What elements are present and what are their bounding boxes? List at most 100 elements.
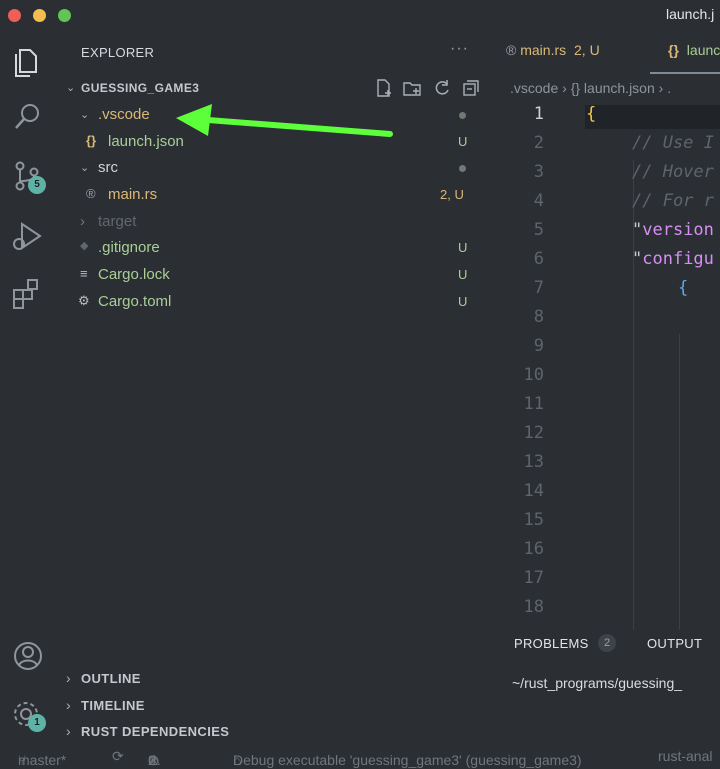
tree-item-label: src: [98, 159, 118, 176]
tree-item-label: launch.json: [108, 133, 184, 150]
section-timeline[interactable]: › TIMELINE: [58, 695, 490, 717]
json-icon: {}: [86, 133, 97, 148]
tree-item-label: .gitignore: [98, 239, 160, 256]
git-icon: ◆: [80, 240, 89, 252]
section-label: RUST DEPENDENCIES: [81, 724, 230, 739]
git-status: U: [458, 240, 468, 255]
line-number: 4: [533, 191, 544, 211]
line-number: 15: [523, 510, 544, 530]
line-number: 17: [523, 568, 544, 588]
tree-item-cargo-lock[interactable]: ≡ Cargo.lock U: [58, 262, 490, 288]
line-number: 8: [533, 307, 544, 327]
rust-icon: ®: [86, 186, 96, 201]
account-icon[interactable]: [10, 638, 46, 674]
line-number: 1: [533, 104, 544, 124]
tree-item-target[interactable]: › target: [58, 209, 490, 235]
more-actions-icon[interactable]: ···: [450, 40, 469, 58]
tab-main-rs[interactable]: ® main.rs 2, U: [506, 42, 600, 58]
tab-label: launc: [686, 42, 720, 58]
breadcrumb[interactable]: .vscode › {} launch.json › .: [510, 80, 671, 96]
run-debug-icon[interactable]: [10, 218, 46, 254]
code-comment[interactable]: // For r: [632, 191, 714, 211]
tree-item-cargo-toml[interactable]: ⚙ Cargo.toml U: [58, 289, 490, 315]
sync-icon[interactable]: ⟳: [112, 748, 124, 765]
tab-launch-json[interactable]: {} launc: [668, 42, 720, 58]
refresh-icon[interactable]: [432, 78, 452, 98]
extensions-icon[interactable]: [10, 276, 46, 312]
active-tab-indicator: [650, 72, 720, 74]
chevron-right-icon: ›: [80, 213, 85, 230]
line-number: 3: [533, 162, 544, 182]
window-title: launch.j: [666, 6, 715, 22]
line-number: 7: [533, 278, 544, 298]
chevron-down-icon: ⌄: [80, 162, 90, 174]
zoom-window-button[interactable]: [58, 9, 71, 22]
current-line-highlight: [585, 105, 720, 129]
workspace-root-label: GUESSING_GAME3: [81, 81, 200, 95]
chevron-right-icon: ›: [66, 723, 71, 739]
settings-file-icon: ⚙: [78, 293, 90, 308]
activity-bar: 5 1: [0, 32, 58, 744]
code-comment[interactable]: // Use I: [632, 133, 714, 153]
line-number: 10: [523, 365, 544, 385]
workspace-root[interactable]: ⌄ GUESSING_GAME3: [58, 78, 490, 98]
explorer-title: EXPLORER: [81, 45, 155, 60]
git-status: U: [458, 134, 468, 149]
code-brace[interactable]: {: [586, 104, 596, 124]
search-icon[interactable]: [10, 99, 46, 135]
lock-file-icon: ≡: [80, 266, 88, 281]
section-rust-dependencies[interactable]: › RUST DEPENDENCIES: [58, 721, 490, 743]
chevron-right-icon: ›: [66, 697, 71, 713]
editor-area: ® main.rs 2, U {} launc .vscode › {} lau…: [490, 32, 720, 632]
tab-output[interactable]: OUTPUT: [647, 636, 702, 651]
code-brace[interactable]: {: [678, 278, 688, 298]
line-number: 16: [523, 539, 544, 559]
git-status: U: [458, 267, 468, 282]
git-status: 2, U: [440, 187, 464, 202]
manage-badge: 1: [28, 714, 46, 732]
chevron-down-icon: ⌄: [66, 82, 76, 94]
terminal-prompt[interactable]: ~/rust_programs/guessing_: [512, 675, 682, 691]
tree-item-label: main.rs: [108, 186, 158, 203]
line-number: 12: [523, 423, 544, 443]
modified-dot: [459, 165, 466, 172]
tree-item-src[interactable]: ⌄ src: [58, 155, 490, 181]
line-number: 13: [523, 452, 544, 472]
indent-guide: [679, 334, 680, 630]
minimize-window-button[interactable]: [33, 9, 46, 22]
source-control-icon[interactable]: 5: [10, 158, 46, 194]
explorer-icon[interactable]: [10, 42, 46, 78]
modified-dot: [459, 112, 466, 119]
tree-item-main-rs[interactable]: ® main.rs 2, U: [58, 182, 490, 208]
tree-item-label: .vscode: [98, 106, 150, 123]
close-window-button[interactable]: [8, 9, 21, 22]
line-number: 2: [533, 133, 544, 153]
tree-item-launch-json[interactable]: {} launch.json U: [58, 129, 490, 155]
status-bar: ⑂ master* ⟳ ⊗ 0 ⚠ 2 ⌂ Debug executable '…: [0, 744, 720, 768]
line-number: 14: [523, 481, 544, 501]
tree-item-gitignore[interactable]: ◆ .gitignore U: [58, 235, 490, 261]
collapse-all-icon[interactable]: [461, 78, 481, 98]
title-bar: launch.j: [0, 0, 720, 32]
section-outline[interactable]: › OUTLINE: [58, 668, 490, 690]
rust-icon: ®: [506, 42, 517, 58]
new-folder-icon[interactable]: [402, 78, 422, 98]
line-number: 9: [533, 336, 544, 356]
json-icon: {}: [668, 42, 679, 58]
code-key-configurations[interactable]: "configu: [632, 249, 714, 269]
line-number: 6: [533, 249, 544, 269]
manage-gear-icon[interactable]: 1: [10, 696, 46, 732]
code-comment[interactable]: // Hover: [632, 162, 714, 182]
source-control-badge: 5: [28, 176, 46, 194]
line-number: 5: [533, 220, 544, 240]
tree-item-vscode[interactable]: ⌄ .vscode: [58, 102, 490, 128]
tab-label: main.rs: [520, 42, 567, 58]
code-key-version[interactable]: "version: [632, 220, 714, 240]
tab-status: 2, U: [574, 42, 600, 58]
rust-analyzer-status[interactable]: rust-anal: [658, 748, 712, 764]
tree-item-label: Cargo.toml: [98, 293, 172, 310]
section-label: TIMELINE: [81, 698, 145, 713]
new-file-icon[interactable]: [374, 78, 394, 98]
section-label: OUTLINE: [81, 671, 141, 686]
tab-problems[interactable]: PROBLEMS: [514, 636, 589, 651]
